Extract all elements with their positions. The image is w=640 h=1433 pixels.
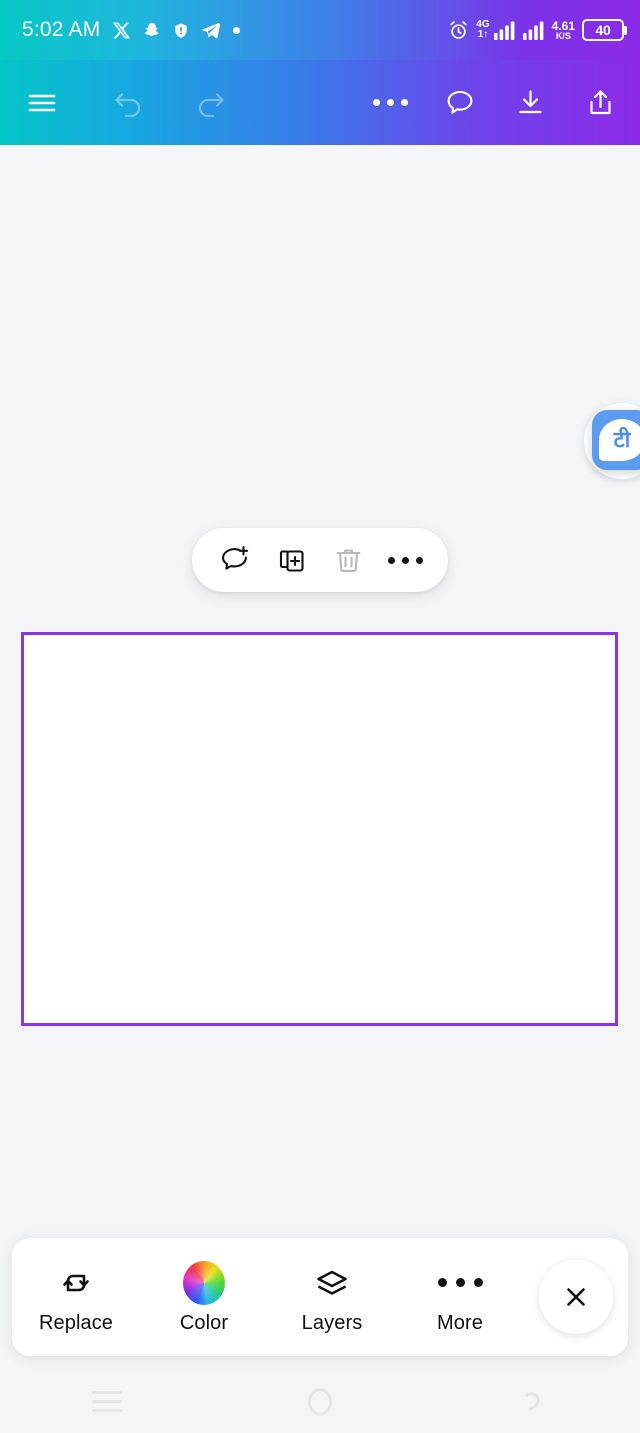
data-speed-indicator: 4.61 K/S [552, 20, 575, 41]
replace-icon [56, 1262, 96, 1304]
color-wheel-icon [183, 1260, 225, 1305]
status-time: 5:02 AM [22, 18, 101, 41]
color-label: Color [179, 1311, 229, 1334]
more-options-icon [437, 1262, 483, 1304]
share-icon [589, 90, 611, 115]
bottom-action-bar: Replace Color Layers More [12, 1238, 628, 1356]
context-toolbar [192, 528, 448, 592]
redo-icon [198, 92, 224, 117]
share-button[interactable] [572, 75, 628, 131]
layers-icon [312, 1262, 352, 1304]
alarm-clock-icon [450, 20, 467, 39]
close-icon [567, 1288, 585, 1306]
battery-level-label: 40 [595, 22, 611, 38]
undo-icon [114, 92, 140, 117]
close-button-wrap [524, 1260, 628, 1334]
back-button[interactable] [488, 1378, 578, 1426]
more-button[interactable]: More [396, 1238, 524, 1356]
context-more-button[interactable] [383, 537, 429, 583]
back-icon [525, 1391, 540, 1410]
network-generation-badge: 4G 1↑ [476, 20, 489, 40]
menu-button[interactable] [14, 75, 70, 131]
speech-bubble-icon: टी [599, 419, 640, 461]
download-icon [518, 90, 542, 114]
download-button[interactable] [502, 75, 558, 131]
duplicate-icon [279, 550, 304, 572]
telegram-icon [202, 22, 221, 38]
status-bar: 5:02 AM 4G 1↑ 4.61 K/S 40 [0, 0, 640, 60]
add-comment-icon [221, 546, 248, 570]
replace-label: Replace [38, 1311, 114, 1334]
more-label: More [437, 1311, 483, 1334]
network-arrows-label: 1↑ [477, 29, 489, 40]
recents-icon [91, 1391, 122, 1412]
selected-object[interactable] [21, 632, 618, 1026]
delete-button[interactable] [326, 537, 372, 583]
battery-indicator: 40 [582, 19, 627, 41]
menu-icon [28, 94, 56, 111]
status-bar-right: 4G 1↑ 4.61 K/S 40 [448, 19, 627, 41]
comment-button[interactable] [432, 75, 488, 131]
status-dot-icon [233, 26, 241, 34]
home-button[interactable] [275, 1378, 365, 1426]
data-speed-unit: K/S [555, 30, 571, 41]
replace-button[interactable]: Replace [12, 1238, 140, 1356]
delete-icon [336, 548, 361, 572]
status-bar-left: 5:02 AM [22, 18, 241, 42]
signal-bars-icon [522, 21, 544, 40]
more-options-icon [388, 556, 423, 564]
color-button[interactable]: Color [140, 1238, 268, 1356]
redo-button[interactable] [182, 75, 238, 131]
app-toolbar [0, 60, 640, 145]
x-twitter-icon [113, 22, 131, 38]
add-comment-button[interactable] [212, 537, 258, 583]
layers-label: Layers [301, 1311, 363, 1334]
duplicate-button[interactable] [269, 537, 315, 583]
canvas-area[interactable]: टी [0, 145, 640, 1370]
more-options-button[interactable] [362, 75, 418, 131]
floating-bubble-character: टी [613, 427, 631, 452]
home-icon [307, 1387, 332, 1416]
security-shield-icon [175, 23, 188, 38]
undo-button[interactable] [100, 75, 156, 131]
floating-app-bubble[interactable]: टी [592, 410, 640, 470]
android-nav-bar [0, 1370, 640, 1433]
data-speed-value: 4.61 [551, 18, 575, 33]
comment-icon [447, 90, 473, 114]
recents-button[interactable] [62, 1378, 152, 1426]
more-options-icon [372, 99, 408, 106]
signal-bars-icon [493, 21, 515, 40]
layers-button[interactable]: Layers [268, 1238, 396, 1356]
snapchat-icon [145, 22, 159, 36]
close-button[interactable] [539, 1260, 613, 1334]
